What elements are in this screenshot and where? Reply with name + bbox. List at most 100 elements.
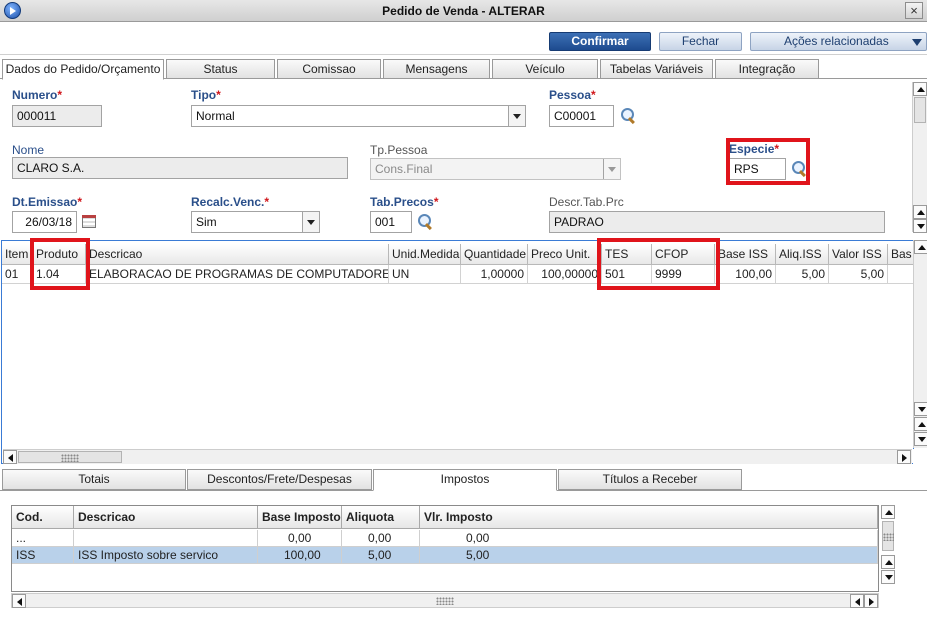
- tab-dados-pedido[interactable]: Dados do Pedido/Orçamento: [2, 59, 164, 80]
- search-icon[interactable]: [621, 108, 637, 124]
- col-header-base-iss[interactable]: Base ISS: [715, 244, 776, 265]
- col-header-preco-unit[interactable]: Preco Unit.: [528, 244, 602, 265]
- chevron-down-icon[interactable]: [508, 106, 525, 126]
- scroll-up-icon[interactable]: [914, 417, 927, 431]
- scroll-left-icon[interactable]: [850, 594, 864, 608]
- scroll-thumb[interactable]: [882, 521, 894, 551]
- scroll-left-icon[interactable]: [3, 450, 17, 464]
- table-cell[interactable]: 0,00: [342, 530, 420, 547]
- col-header-unid-medida[interactable]: Unid.Medida: [389, 244, 461, 265]
- tab-mensagens[interactable]: Mensagens: [383, 59, 490, 79]
- scroll-up-icon[interactable]: [914, 240, 927, 254]
- scroll-right-icon[interactable]: [864, 594, 878, 608]
- pessoa-label: Pessoa*: [549, 88, 596, 102]
- table-cell[interactable]: 1.04: [33, 265, 86, 284]
- col-header-descricao[interactable]: Descricao: [74, 506, 258, 529]
- tipo-select[interactable]: Normal: [191, 105, 526, 127]
- table-cell[interactable]: 5,00: [420, 547, 878, 564]
- table-cell[interactable]: UN: [389, 265, 461, 284]
- col-header-valor-iss[interactable]: Valor ISS: [829, 244, 888, 265]
- tab-tabelas-variaveis[interactable]: Tabelas Variáveis: [600, 59, 713, 79]
- related-actions-button[interactable]: Ações relacionadas: [750, 32, 927, 51]
- table-cell[interactable]: 100,00000: [528, 265, 602, 284]
- scroll-up-icon[interactable]: [881, 555, 895, 569]
- table-cell[interactable]: 0,00: [258, 530, 342, 547]
- tab-status[interactable]: Status: [166, 59, 275, 79]
- especie-field[interactable]: RPS: [729, 158, 786, 180]
- col-header-produto[interactable]: Produto: [33, 244, 86, 265]
- table-cell[interactable]: 100,00: [258, 547, 342, 564]
- scroll-down-icon[interactable]: [914, 402, 927, 416]
- scroll-right-icon[interactable]: [897, 450, 911, 464]
- tab-impostos[interactable]: Impostos: [373, 469, 557, 491]
- tab-titulos-receber[interactable]: Títulos a Receber: [558, 469, 742, 490]
- grip-icon: [883, 533, 894, 541]
- search-icon[interactable]: [792, 161, 808, 177]
- col-header-tes[interactable]: TES: [602, 244, 652, 265]
- scroll-up-icon[interactable]: [881, 505, 895, 519]
- col-header-aliq-iss[interactable]: Aliq.ISS: [776, 244, 829, 265]
- taxes-grid-hscrollbar[interactable]: [11, 593, 879, 608]
- items-grid-hscrollbar[interactable]: [3, 449, 912, 464]
- items-grid-scrollbar[interactable]: [913, 240, 927, 448]
- taxes-grid[interactable]: Cod. Descricao Base Imposto Aliquota Vlr…: [11, 505, 879, 592]
- table-cell[interactable]: 5,00: [342, 547, 420, 564]
- search-icon[interactable]: [418, 214, 434, 230]
- table-cell[interactable]: 5,00: [776, 265, 829, 284]
- scroll-up-icon[interactable]: [913, 205, 927, 219]
- pessoa-field[interactable]: C00001: [549, 105, 614, 127]
- col-header-cfop[interactable]: CFOP: [652, 244, 715, 265]
- table-cell[interactable]: 100,00: [715, 265, 776, 284]
- scroll-thumb[interactable]: [18, 451, 122, 463]
- table-cell[interactable]: ISS Imposto sobre servico: [74, 547, 258, 564]
- chevron-down-icon[interactable]: [302, 212, 319, 232]
- close-icon[interactable]: ×: [905, 2, 923, 19]
- taxes-grid-scrollbar[interactable]: [880, 505, 895, 585]
- tab-comissao[interactable]: Comissao: [277, 59, 381, 79]
- table-cell[interactable]: 5,00: [829, 265, 888, 284]
- table-cell[interactable]: 1,00000: [461, 265, 528, 284]
- col-header-item[interactable]: Item: [2, 244, 33, 265]
- scroll-left-icon[interactable]: [12, 594, 26, 608]
- col-header-bas[interactable]: Bas: [888, 244, 913, 265]
- dt-emissao-field[interactable]: 26/03/18: [12, 211, 77, 233]
- table-cell[interactable]: 9999: [652, 265, 715, 284]
- col-header-cod[interactable]: Cod.: [12, 506, 74, 529]
- confirm-button[interactable]: Confirmar: [549, 32, 651, 51]
- recalc-venc-label: Recalc.Venc.*: [191, 195, 270, 209]
- col-header-vlr-imposto[interactable]: Vlr. Imposto: [420, 506, 878, 529]
- tab-veiculo[interactable]: Veículo: [492, 59, 598, 79]
- nome-field[interactable]: CLARO S.A.: [12, 157, 348, 179]
- table-cell[interactable]: 501: [602, 265, 652, 284]
- col-header-base-imposto[interactable]: Base Imposto: [258, 506, 342, 529]
- table-cell[interactable]: 0,00: [420, 530, 878, 547]
- scroll-up-icon[interactable]: [913, 82, 927, 96]
- col-header-descricao[interactable]: Descricao: [86, 244, 389, 265]
- chevron-down-icon: [603, 159, 620, 179]
- tab-descontos[interactable]: Descontos/Frete/Despesas: [187, 469, 372, 490]
- form-scrollbar[interactable]: [912, 82, 927, 233]
- col-header-quantidade[interactable]: Quantidade: [461, 244, 528, 265]
- chevron-down-icon: [912, 39, 922, 46]
- numero-field[interactable]: 000011: [12, 105, 102, 127]
- scroll-thumb[interactable]: [914, 97, 926, 123]
- table-cell[interactable]: [888, 265, 913, 284]
- tab-integracao[interactable]: Integração: [715, 59, 819, 79]
- close-button[interactable]: Fechar: [659, 32, 742, 51]
- scroll-down-icon[interactable]: [913, 219, 927, 233]
- scroll-down-icon[interactable]: [914, 432, 927, 446]
- calendar-icon[interactable]: [82, 215, 96, 228]
- table-cell[interactable]: ELABORACAO DE PROGRAMAS DE COMPUTADORES: [86, 265, 389, 284]
- tab-totais[interactable]: Totais: [2, 469, 186, 490]
- table-cell[interactable]: [74, 530, 258, 547]
- title-bar: Pedido de Venda - ALTERAR ×: [0, 0, 927, 22]
- especie-label: Especie*: [729, 142, 780, 156]
- col-header-aliquota[interactable]: Aliquota: [342, 506, 420, 529]
- items-grid[interactable]: Item Produto Descricao Unid.Medida Quant…: [1, 240, 914, 464]
- table-cell[interactable]: ISS: [12, 547, 74, 564]
- recalc-venc-select[interactable]: Sim: [191, 211, 320, 233]
- table-cell[interactable]: ...: [12, 530, 74, 547]
- tab-precos-field[interactable]: 001: [370, 211, 412, 233]
- scroll-down-icon[interactable]: [881, 570, 895, 584]
- table-cell[interactable]: 01: [2, 265, 33, 284]
